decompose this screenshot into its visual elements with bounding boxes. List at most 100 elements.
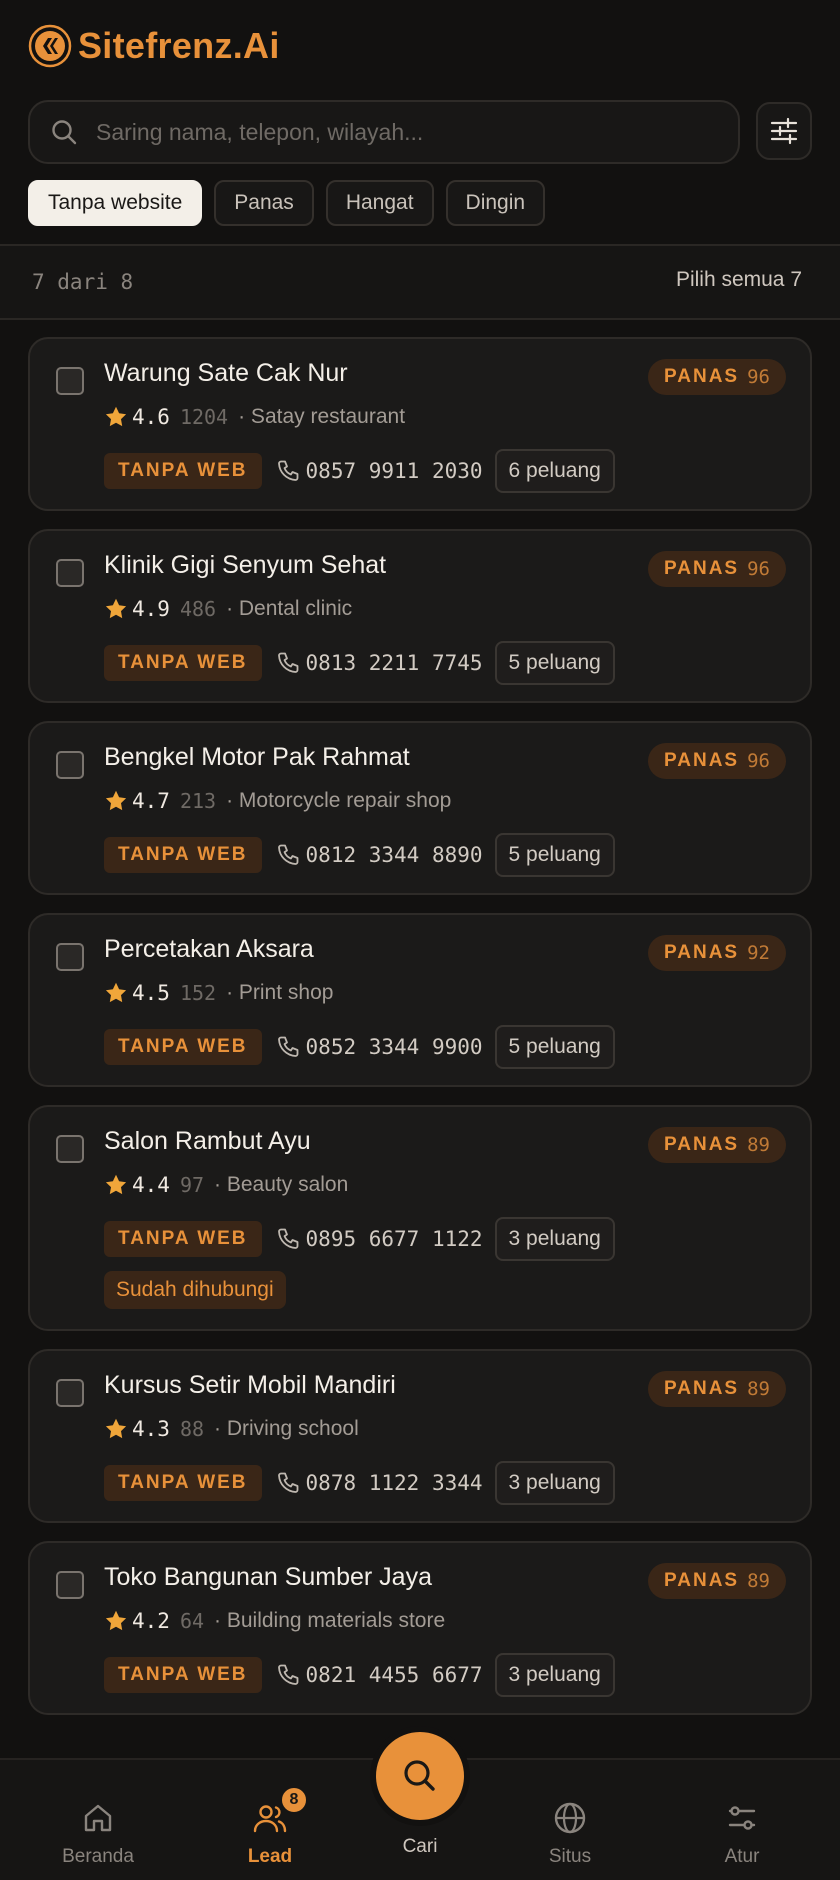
lead-category: · Print shop: [226, 981, 334, 1004]
phone-icon: [277, 652, 298, 673]
lead-name: Salon Rambut Ayu: [104, 1127, 311, 1155]
hot-label: PANAS: [664, 942, 740, 963]
lead-checkbox[interactable]: [56, 559, 84, 587]
lead-phone[interactable]: 0812 3344 8890: [276, 843, 483, 867]
lead-score: 89: [747, 1378, 770, 1400]
lead-score: 92: [747, 942, 770, 964]
lead-meta: 4.2 64 · Building materials store: [104, 1609, 445, 1633]
opportunities-button[interactable]: 3 peluang: [494, 1461, 615, 1505]
lead-phone-number: 0895 6677 1122: [305, 1227, 483, 1251]
lead-meta: 4.7 213 · Motorcycle repair shop: [104, 789, 451, 813]
app-header: Sitefrenz.Ai: [28, 24, 280, 68]
lead-card[interactable]: Salon Rambut Ayu PANAS 89 4.4 97 · Beaut…: [28, 1105, 812, 1331]
lead-phone[interactable]: 0895 6677 1122: [276, 1227, 483, 1251]
lead-name: Percetakan Aksara: [104, 935, 314, 963]
lead-rating: 4.4: [132, 1173, 170, 1197]
opportunities-button[interactable]: 3 peluang: [494, 1217, 615, 1261]
nav-leads[interactable]: 8 Lead: [200, 1760, 340, 1880]
chip-warm[interactable]: Hangat: [325, 180, 434, 226]
lead-checkbox[interactable]: [56, 367, 84, 395]
hot-score-badge: PANAS 96: [648, 551, 786, 587]
lead-review-count: 486: [179, 597, 217, 621]
lead-checkbox[interactable]: [56, 1571, 84, 1599]
divider: [0, 318, 840, 320]
lead-card[interactable]: Percetakan Aksara PANAS 92 4.5 152 · Pri…: [28, 913, 812, 1087]
lead-phone[interactable]: 0821 4455 6677: [276, 1663, 483, 1687]
hot-score-badge: PANAS 92: [648, 935, 786, 971]
lead-checkbox[interactable]: [56, 1135, 84, 1163]
leads-count-badge: 8: [280, 1786, 308, 1814]
lead-phone-number: 0878 1122 3344: [305, 1471, 483, 1495]
hot-score-badge: PANAS 89: [648, 1127, 786, 1163]
lead-card[interactable]: Kursus Setir Mobil Mandiri PANAS 89 4.3 …: [28, 1349, 812, 1523]
lead-score: 96: [747, 750, 770, 772]
lead-phone[interactable]: 0878 1122 3344: [276, 1471, 483, 1495]
filter-chips: Tanpa website Panas Hangat Dingin: [28, 180, 546, 226]
lead-score: 89: [747, 1570, 770, 1592]
hot-label: PANAS: [664, 1570, 740, 1591]
chip-hot[interactable]: Panas: [214, 180, 314, 226]
search-bar[interactable]: [28, 100, 740, 164]
lead-meta: 4.9 486 · Dental clinic: [104, 597, 352, 621]
lead-card[interactable]: Bengkel Motor Pak Rahmat PANAS 96 4.7 21…: [28, 721, 812, 895]
chip-cold[interactable]: Dingin: [445, 180, 546, 226]
lead-score: 96: [747, 366, 770, 388]
hot-label: PANAS: [664, 366, 740, 387]
lead-rating: 4.7: [132, 789, 170, 813]
lead-name: Klinik Gigi Senyum Sehat: [104, 551, 387, 579]
nav-sites-label: Situs: [548, 1846, 592, 1867]
lead-rating: 4.5: [132, 981, 170, 1005]
star-icon: [105, 982, 127, 1003]
search-input[interactable]: [96, 118, 738, 146]
opportunities-button[interactable]: 5 peluang: [494, 833, 615, 877]
nav-home[interactable]: Beranda: [28, 1760, 168, 1880]
no-website-tag: TANPA WEB: [104, 1221, 262, 1257]
lead-checkbox[interactable]: [56, 943, 84, 971]
lead-name: Toko Bangunan Sumber Jaya: [104, 1563, 432, 1591]
opportunities-button[interactable]: 6 peluang: [494, 449, 615, 493]
lead-checkbox[interactable]: [56, 751, 84, 779]
lead-phone[interactable]: 0852 3344 9900: [276, 1035, 483, 1059]
phone-icon: [277, 1228, 298, 1249]
lead-card[interactable]: Toko Bangunan Sumber Jaya PANAS 89 4.2 6…: [28, 1541, 812, 1715]
phone-icon: [277, 1664, 298, 1685]
no-website-tag: TANPA WEB: [104, 453, 262, 489]
star-icon: [105, 406, 127, 427]
lead-phone[interactable]: 0813 2211 7745: [276, 651, 483, 675]
nav-sites[interactable]: Situs: [500, 1760, 640, 1880]
opportunities-button[interactable]: 3 peluang: [494, 1653, 615, 1697]
lead-name: Kursus Setir Mobil Mandiri: [104, 1371, 396, 1399]
hot-label: PANAS: [664, 558, 740, 579]
star-icon: [105, 598, 127, 619]
lead-meta: 4.6 1204 · Satay restaurant: [104, 405, 405, 429]
lead-meta: 4.3 88 · Driving school: [104, 1417, 359, 1441]
opportunities-button[interactable]: 5 peluang: [494, 1025, 615, 1069]
select-all-button[interactable]: Pilih semua 7: [676, 268, 802, 292]
lead-meta: 4.5 152 · Print shop: [104, 981, 333, 1005]
lead-details: TANPA WEB 0857 9911 2030 6 peluang: [104, 449, 615, 493]
no-website-tag: TANPA WEB: [104, 1029, 262, 1065]
lead-score: 96: [747, 558, 770, 580]
chip-no-website[interactable]: Tanpa website: [28, 180, 203, 226]
lead-card[interactable]: Warung Sate Cak Nur PANAS 96 4.6 1204 · …: [28, 337, 812, 511]
hot-label: PANAS: [664, 750, 740, 771]
lead-details: TANPA WEB 0821 4455 6677 3 peluang: [104, 1653, 615, 1697]
lead-meta: 4.4 97 · Beauty salon: [104, 1173, 348, 1197]
filter-settings-button[interactable]: [756, 102, 812, 160]
phone-icon: [277, 460, 298, 481]
hot-score-badge: PANAS 89: [648, 1563, 786, 1599]
lead-card[interactable]: Klinik Gigi Senyum Sehat PANAS 96 4.9 48…: [28, 529, 812, 703]
star-icon: [105, 1418, 127, 1439]
nav-settings[interactable]: Atur: [672, 1760, 812, 1880]
lead-review-count: 97: [179, 1173, 205, 1197]
lead-phone-number: 0813 2211 7745: [305, 651, 483, 675]
search-fab-button[interactable]: [370, 1726, 470, 1826]
lead-details: TANPA WEB 0812 3344 8890 5 peluang: [104, 833, 615, 877]
opportunities-button[interactable]: 5 peluang: [494, 641, 615, 685]
lead-name: Warung Sate Cak Nur: [104, 359, 348, 387]
lead-phone[interactable]: 0857 9911 2030: [276, 459, 483, 483]
search-icon: [404, 1760, 435, 1791]
lead-category: · Beauty salon: [214, 1173, 349, 1196]
lead-category: · Satay restaurant: [238, 405, 406, 428]
lead-checkbox[interactable]: [56, 1379, 84, 1407]
